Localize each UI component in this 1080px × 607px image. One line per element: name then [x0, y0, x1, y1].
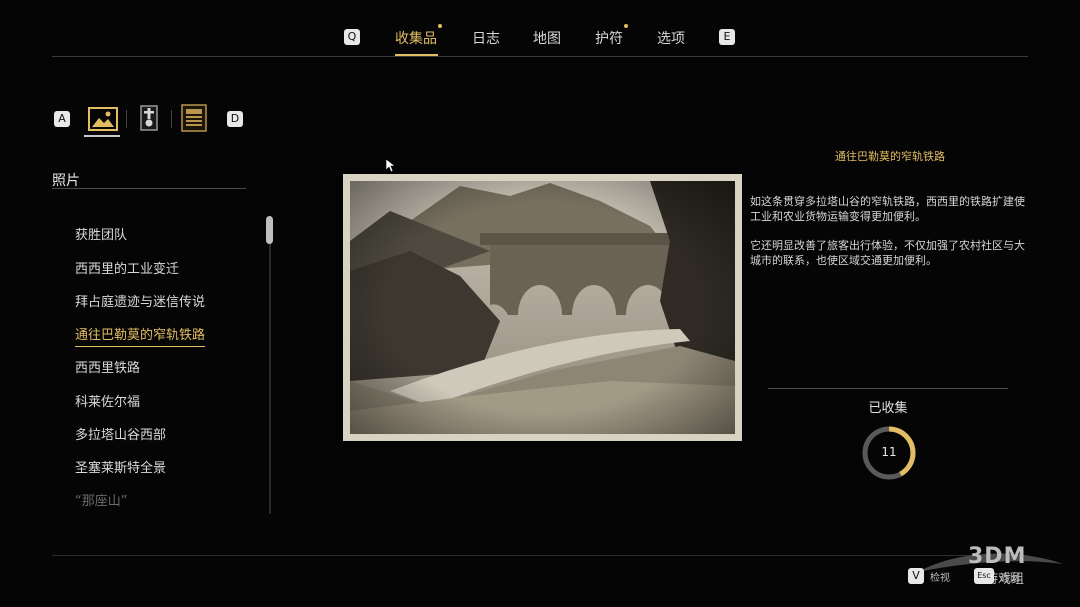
tab-amulets[interactable]: 护符	[595, 28, 623, 48]
inspect-label: 检视	[930, 573, 950, 584]
category-separator	[171, 110, 172, 128]
list-item[interactable]: 拜占庭遗迹与迷信传说	[75, 291, 205, 310]
back-label: 返回	[1000, 573, 1020, 584]
list-item[interactable]: 多拉塔山谷西部	[75, 424, 166, 443]
tab-collectibles[interactable]: 收集品	[395, 28, 437, 48]
list-item[interactable]: 圣塞莱斯特全景	[75, 457, 166, 476]
watermark-logo: 3DM	[968, 544, 1027, 569]
tab-amulets-new-dot	[624, 24, 628, 28]
collected-divider	[768, 388, 1008, 389]
collected-label: 已收集	[868, 401, 908, 416]
list-item[interactable]: 获胜团队	[75, 224, 127, 243]
category-separator	[126, 110, 127, 128]
nav-left-key[interactable]: Q	[344, 29, 360, 45]
list-scrollbar-track[interactable]	[269, 216, 271, 514]
category-active-underline	[84, 135, 120, 137]
detail-title: 通往巴勒莫的窄轨铁路	[835, 150, 945, 163]
photo-image	[350, 181, 735, 434]
tombstone-icon[interactable]	[138, 104, 160, 136]
list-item[interactable]: 西西里的工业变迁	[75, 258, 179, 277]
photo-icon[interactable]	[88, 107, 118, 135]
nav-right-key[interactable]: E	[719, 29, 735, 45]
list-scrollbar-thumb[interactable]	[266, 216, 273, 244]
tab-map[interactable]: 地图	[533, 28, 561, 48]
list-item[interactable]: 科莱佐尔福	[75, 391, 140, 410]
back-key[interactable]: Esc	[974, 568, 994, 584]
category-right-key[interactable]: D	[227, 111, 243, 127]
detail-paragraph-1: 如这条贯穿多拉塔山谷的窄轨铁路，西西里的铁路扩建使工业和农业货物运输变得更加便利…	[750, 195, 1025, 223]
tab-journal[interactable]: 日志	[472, 28, 500, 48]
collected-count: 11	[881, 445, 897, 459]
category-left-key[interactable]: A	[54, 111, 70, 127]
tab-options[interactable]: 选项	[657, 28, 685, 48]
top-divider	[52, 56, 1028, 57]
tab-collectibles-new-dot	[438, 24, 442, 28]
collected-progress-ring: 11	[860, 424, 918, 482]
inspect-key[interactable]: V	[908, 568, 924, 584]
list-title: 照片	[52, 173, 80, 189]
list-item[interactable]: “那座山”	[75, 490, 127, 509]
list-title-divider	[52, 188, 246, 189]
bottom-divider	[52, 555, 1028, 556]
photo-frame	[343, 174, 742, 441]
list-item-selected[interactable]: 通往巴勒莫的窄轨铁路	[75, 324, 206, 347]
list-item[interactable]: 西西里铁路	[75, 357, 140, 376]
document-icon[interactable]	[181, 104, 207, 136]
detail-paragraph-2: 它还明显改善了旅客出行体验，不仅加强了农村社区与大城市的联系，也使区域交通更加便…	[750, 239, 1025, 267]
